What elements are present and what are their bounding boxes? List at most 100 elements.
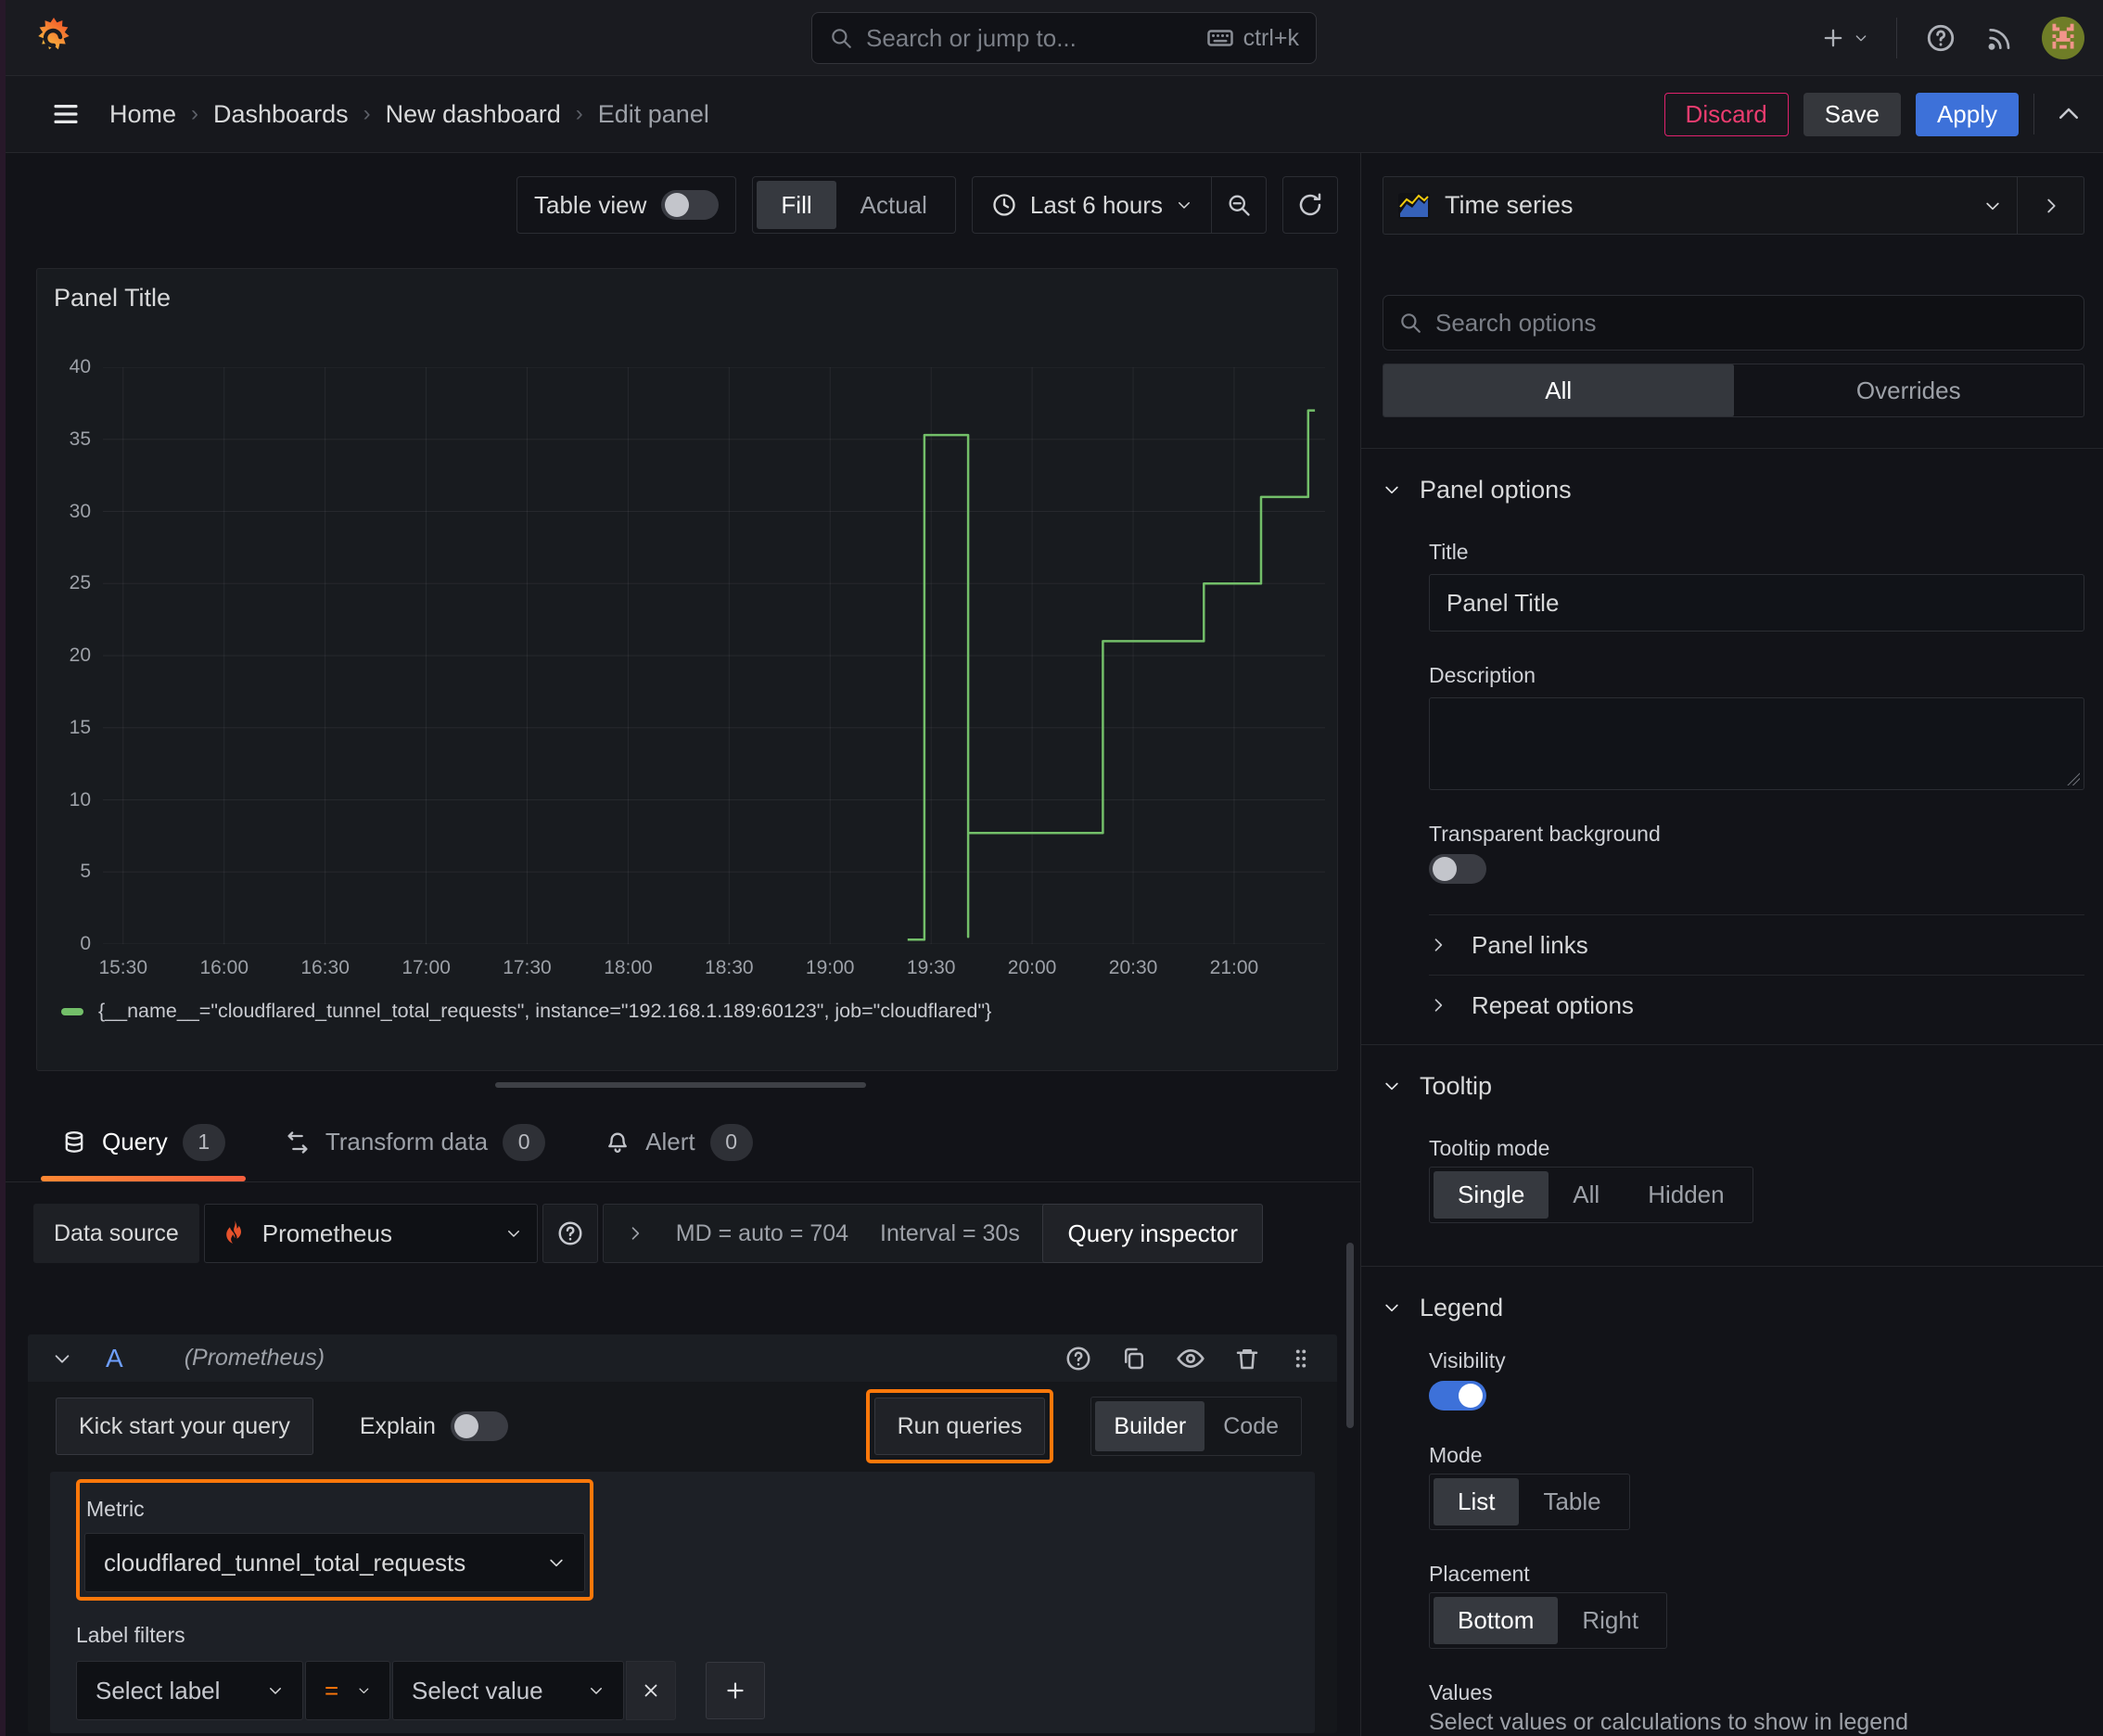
transform-count-badge: 0	[503, 1123, 546, 1161]
code-option[interactable]: Code	[1204, 1401, 1297, 1451]
query-inspector-button[interactable]: Query inspector	[1042, 1204, 1263, 1263]
global-search-input[interactable]: Search or jump to... ctrl+k	[811, 12, 1317, 64]
kick-start-button[interactable]: Kick start your query	[56, 1398, 313, 1455]
builder-option[interactable]: Builder	[1095, 1401, 1205, 1451]
values-label: Values	[1429, 1680, 1493, 1704]
chart-svg[interactable]	[103, 367, 1325, 944]
breadcrumb-new-dashboard[interactable]: New dashboard	[386, 100, 561, 129]
options-search-placeholder: Search options	[1435, 308, 1597, 337]
viz-select-button[interactable]: Time series	[1383, 177, 2017, 234]
rss-icon	[1988, 29, 2010, 50]
scrollbar-thumb[interactable]	[1346, 1243, 1354, 1428]
legend-list-option[interactable]: List	[1434, 1478, 1520, 1525]
metric-highlight: Metric cloudflared_tunnel_total_requests	[76, 1479, 593, 1601]
time-range-button[interactable]: Last 6 hours	[973, 191, 1211, 220]
save-button[interactable]: Save	[1803, 92, 1901, 136]
options-filter-tabs: All Overrides	[1383, 364, 2084, 417]
zoom-out-button[interactable]	[1212, 177, 1266, 233]
explain-toggle[interactable]	[450, 1411, 508, 1441]
query-datasource-name: (Prometheus)	[184, 1345, 325, 1371]
select-value-dropdown[interactable]: Select value	[392, 1661, 624, 1720]
select-label-dropdown[interactable]: Select label	[76, 1661, 303, 1720]
panel-title[interactable]: Panel Title	[54, 284, 171, 313]
query-editor-body: Kick start your query Explain Run querie…	[28, 1382, 1337, 1733]
table-view-toggle[interactable]	[661, 190, 720, 220]
duplicate-icon[interactable]	[1120, 1345, 1148, 1372]
tooltip-all-option[interactable]: All	[1549, 1171, 1624, 1219]
title-field-label: Title	[1429, 540, 1469, 564]
label-filters-label: Label filters	[76, 1623, 185, 1647]
run-queries-button[interactable]: Run queries	[873, 1398, 1046, 1455]
eye-icon[interactable]	[1176, 1344, 1205, 1373]
fill-option[interactable]: Fill	[757, 181, 836, 229]
legend-table-option[interactable]: Table	[1519, 1478, 1625, 1525]
explain-group: Explain	[360, 1411, 508, 1441]
tab-overrides[interactable]: Overrides	[1734, 364, 2084, 416]
divider	[1361, 1266, 2103, 1267]
tooltip-single-option[interactable]: Single	[1434, 1171, 1549, 1219]
discard-button[interactable]: Discard	[1663, 92, 1789, 136]
collapse-options-button[interactable]	[2055, 100, 2083, 128]
drag-grip-icon[interactable]	[1289, 1345, 1313, 1372]
metric-select[interactable]: cloudflared_tunnel_total_requests	[84, 1533, 585, 1592]
user-avatar[interactable]	[2042, 17, 2084, 59]
apply-button[interactable]: Apply	[1915, 92, 2019, 136]
panel-options-section-header[interactable]: Panel options	[1383, 471, 2084, 508]
description-textarea[interactable]	[1429, 697, 2084, 790]
tab-all[interactable]: All	[1383, 364, 1734, 416]
legend-visibility-toggle[interactable]	[1429, 1381, 1486, 1410]
grafana-logo-icon[interactable]	[32, 16, 76, 60]
new-button[interactable]	[1820, 25, 1868, 51]
viz-suggestions-button[interactable]	[2017, 177, 2084, 234]
fill-actual-switch: Fill Actual	[752, 176, 956, 234]
time-range-picker: Last 6 hours	[971, 176, 1267, 234]
tooltip-mode-switch: Single All Hidden	[1429, 1167, 1753, 1223]
query-options-summary[interactable]: MD = auto = 704 Interval = 30s	[602, 1204, 1085, 1263]
tab-transform-data[interactable]: Transform data 0	[264, 1103, 566, 1181]
datasource-picker[interactable]: Prometheus	[203, 1204, 538, 1263]
chevron-down-icon	[270, 1688, 281, 1694]
pane-resize-handle[interactable]	[494, 1082, 866, 1088]
transparent-background-label: Transparent background	[1429, 822, 1661, 846]
chart-legend[interactable]: {__name__="cloudflared_tunnel_total_requ…	[61, 1000, 991, 1023]
datasource-help-button[interactable]	[542, 1204, 598, 1263]
news-button[interactable]	[1984, 23, 2014, 53]
options-search-input[interactable]: Search options	[1383, 295, 2084, 351]
visualization-picker: Time series	[1383, 176, 2084, 235]
transparent-background-toggle[interactable]	[1429, 854, 1486, 884]
repeat-options-section[interactable]: Repeat options	[1429, 976, 2084, 1035]
placement-bottom-option[interactable]: Bottom	[1434, 1597, 1559, 1644]
panel-links-section[interactable]: Panel links	[1429, 915, 2084, 975]
tab-alert[interactable]: Alert 0	[584, 1103, 772, 1181]
help-button[interactable]	[1925, 22, 1956, 54]
legend-series-label[interactable]: {__name__="cloudflared_tunnel_total_requ…	[98, 1000, 991, 1023]
panel-title-input[interactable]: Panel Title	[1429, 574, 2084, 632]
panel-toolbar: Table view Fill Actual Last 6 hours	[0, 176, 1338, 234]
tab-query-label: Query	[102, 1128, 168, 1155]
actual-option[interactable]: Actual	[836, 181, 951, 229]
legend-title: Legend	[1420, 1293, 1504, 1321]
legend-section-header[interactable]: Legend	[1383, 1289, 2084, 1326]
tooltip-section-header[interactable]: Tooltip	[1383, 1067, 2084, 1104]
placement-right-option[interactable]: Right	[1558, 1597, 1663, 1644]
datasource-label: Data source	[33, 1204, 199, 1263]
breadcrumb-dashboards[interactable]: Dashboards	[213, 100, 349, 129]
menu-toggle-button[interactable]	[48, 100, 83, 128]
chevron-up-icon	[2059, 108, 2078, 119]
add-filter-button[interactable]	[706, 1662, 765, 1719]
divider	[1361, 1044, 2103, 1045]
edit-pane: Table view Fill Actual Last 6 hours Pane…	[0, 153, 1360, 1736]
query-row-header[interactable]: A (Prometheus)	[28, 1334, 1337, 1382]
label-filters-section: Label filters Select label = Select valu…	[76, 1623, 1289, 1720]
trash-icon[interactable]	[1233, 1345, 1261, 1372]
panel-preview: Panel Title 0 5 10 15 20 25 30 35 40 15:30 16:00 1…	[36, 268, 1338, 1071]
refresh-button[interactable]	[1282, 176, 1338, 234]
chevron-down-icon	[55, 1354, 70, 1363]
shortcut-hint: ctrl+k	[1206, 24, 1299, 52]
help-circle-icon[interactable]	[1064, 1345, 1092, 1372]
breadcrumb-home[interactable]: Home	[109, 100, 176, 129]
remove-filter-button[interactable]	[626, 1661, 676, 1720]
tooltip-hidden-option[interactable]: Hidden	[1624, 1171, 1748, 1219]
tab-query[interactable]: Query 1	[41, 1103, 246, 1181]
operator-dropdown[interactable]: =	[305, 1661, 390, 1720]
